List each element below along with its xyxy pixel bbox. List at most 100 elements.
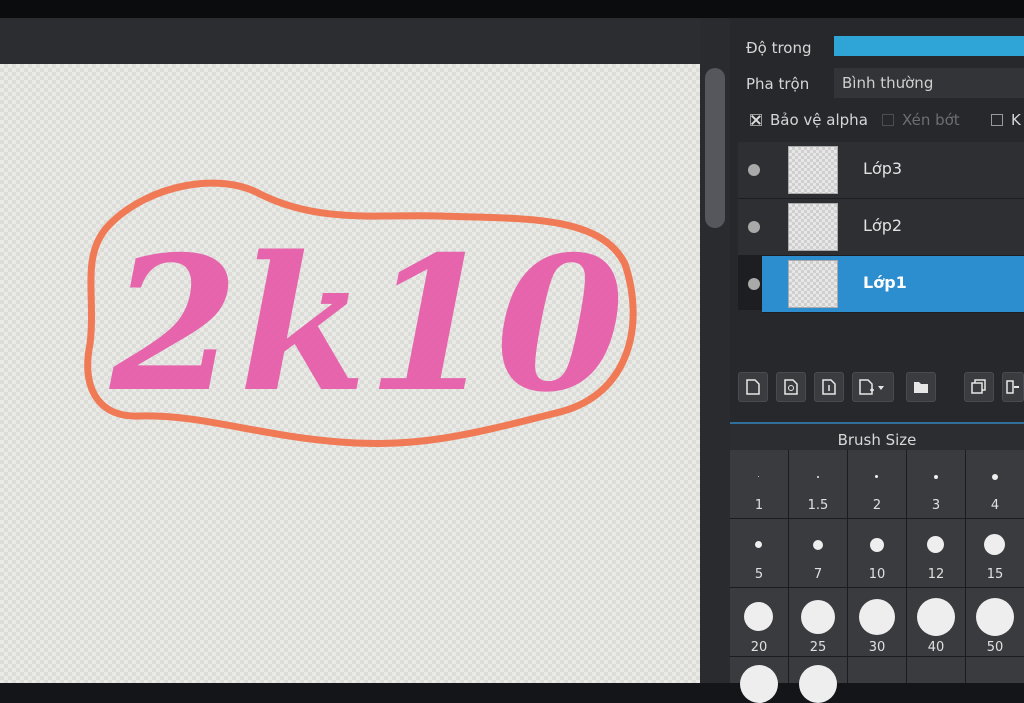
- brush-size-cell[interactable]: 15: [966, 519, 1024, 587]
- brush-size-cell[interactable]: 20: [730, 588, 788, 656]
- duplicate-icon: [971, 379, 986, 394]
- lock-box[interactable]: [991, 114, 1003, 126]
- brush-size-cell[interactable]: [907, 657, 965, 683]
- brush-size-cell[interactable]: 1.5: [789, 450, 847, 518]
- brush-dot-icon: [817, 476, 819, 478]
- layer-name: Lớp1: [863, 273, 907, 292]
- brush-size-label: 5: [754, 567, 764, 582]
- brush-dot-icon: [801, 600, 835, 634]
- brush-size-label: 50: [986, 640, 1004, 655]
- layer-thumbnail: [788, 146, 838, 194]
- brush-dot-icon: [875, 475, 878, 478]
- merge-icon: [1006, 380, 1019, 394]
- folder-icon: [914, 382, 928, 393]
- brush-dot-icon: [744, 602, 773, 631]
- brush-size-label: 1: [754, 498, 764, 513]
- brush-size-label: 15: [986, 567, 1004, 582]
- canvas-top-strip: [0, 18, 705, 64]
- clipping-label: Xén bớt: [902, 111, 960, 129]
- brush-dot-icon: [859, 599, 895, 635]
- layer-thumbnail: [788, 260, 838, 308]
- brush-size-cell[interactable]: [789, 657, 847, 703]
- add-layer-icon: [859, 379, 884, 395]
- new-folder-button[interactable]: [906, 372, 936, 402]
- brush-size-cell[interactable]: [848, 657, 906, 683]
- protect-alpha-label: Bảo vệ alpha: [770, 111, 868, 129]
- brush-size-cell[interactable]: 40: [907, 588, 965, 656]
- layer-row-selected[interactable]: Lớp1: [762, 256, 1024, 313]
- scrollbar-thumb[interactable]: [705, 68, 725, 228]
- brush-size-cell[interactable]: 3: [907, 450, 965, 518]
- brush-size-label: 1.5: [807, 498, 829, 513]
- brush-size-label: 40: [927, 640, 945, 655]
- brush-size-label: 3: [931, 498, 941, 513]
- brush-size-label: 4: [990, 498, 1000, 513]
- canvas-drawing: 2k10: [84, 179, 637, 448]
- add-layer-dropdown-button[interactable]: [852, 372, 894, 402]
- layer-row[interactable]: Lớp2: [738, 199, 1024, 256]
- layer-8-icon: [784, 379, 798, 395]
- brush-dot-icon: [870, 538, 884, 552]
- protect-alpha-checkbox[interactable]: Bảo vệ alpha: [750, 108, 868, 132]
- brush-size-cell[interactable]: 30: [848, 588, 906, 656]
- new-layer-8bit-button[interactable]: [776, 372, 806, 402]
- brush-size-label: 25: [809, 640, 827, 655]
- brush-size-cell[interactable]: 25: [789, 588, 847, 656]
- clipping-checkbox[interactable]: Xén bớt: [882, 108, 960, 132]
- brush-size-grid: 1 1.5 2 3 4 5 7 10 12 15 20 25 30 40 50: [730, 450, 1024, 703]
- top-bar: [0, 0, 1024, 18]
- layer-row[interactable]: Lớp3: [738, 142, 1024, 199]
- blend-mode-label: Pha trộn: [746, 75, 810, 93]
- merge-layer-button[interactable]: [1002, 372, 1024, 402]
- brush-size-cell[interactable]: [966, 657, 1024, 683]
- brush-size-label: 10: [868, 567, 886, 582]
- layer-thumbnail: [788, 203, 838, 251]
- brush-dot-icon: [984, 534, 1005, 555]
- brush-size-cell[interactable]: 4: [966, 450, 1024, 518]
- drawing-canvas[interactable]: 2k10: [0, 64, 700, 683]
- visibility-eye-icon[interactable]: [748, 164, 760, 176]
- opacity-slider[interactable]: [834, 36, 1024, 56]
- brush-dot-icon: [755, 541, 762, 548]
- new-page-icon: [746, 379, 760, 395]
- brush-size-cell[interactable]: 12: [907, 519, 965, 587]
- drawing-text: 2k10: [109, 215, 624, 433]
- layer-1-icon: [822, 379, 836, 395]
- canvas-vertical-scrollbar[interactable]: [700, 18, 730, 683]
- blend-mode-select[interactable]: Bình thường: [834, 68, 1024, 98]
- brush-size-cell[interactable]: 2: [848, 450, 906, 518]
- brush-size-cell[interactable]: 50: [966, 588, 1024, 656]
- new-layer-button[interactable]: [738, 372, 768, 402]
- brush-size-cell[interactable]: 10: [848, 519, 906, 587]
- brush-size-label: 20: [750, 640, 768, 655]
- new-layer-1bit-button[interactable]: [814, 372, 844, 402]
- brush-dot-icon: [758, 476, 759, 477]
- layer-list: Lớp3 Lớp2 Lớp1: [738, 142, 1024, 313]
- brush-size-cell[interactable]: 5: [730, 519, 788, 587]
- layer-panel: Độ trong Pha trộn Bình thường Bảo vệ alp…: [730, 18, 1024, 703]
- lock-checkbox[interactable]: K: [991, 108, 1021, 132]
- brush-size-label: 7: [813, 567, 823, 582]
- brush-dot-icon: [976, 598, 1014, 636]
- brush-size-cell[interactable]: 7: [789, 519, 847, 587]
- duplicate-layer-button[interactable]: [964, 372, 994, 402]
- brush-dot-icon: [813, 540, 823, 550]
- brush-dot-icon: [927, 536, 944, 553]
- brush-dot-icon: [740, 665, 778, 703]
- visibility-eye-icon[interactable]: [748, 221, 760, 233]
- layer-name: Lớp2: [863, 216, 903, 235]
- brush-size-label: 2: [872, 498, 882, 513]
- protect-alpha-box[interactable]: [750, 114, 762, 126]
- clipping-box[interactable]: [882, 114, 894, 126]
- brush-size-cell[interactable]: 1: [730, 450, 788, 518]
- brush-dot-icon: [917, 598, 955, 636]
- brush-size-cell[interactable]: [730, 657, 788, 703]
- lock-label: K: [1011, 111, 1021, 129]
- layer-name: Lớp3: [863, 159, 903, 178]
- brush-size-label: 30: [868, 640, 886, 655]
- brush-dot-icon: [992, 474, 998, 480]
- visibility-eye-icon[interactable]: [748, 278, 760, 290]
- brush-size-label: 12: [927, 567, 945, 582]
- brush-dot-icon: [934, 475, 938, 479]
- brush-dot-icon: [799, 665, 837, 703]
